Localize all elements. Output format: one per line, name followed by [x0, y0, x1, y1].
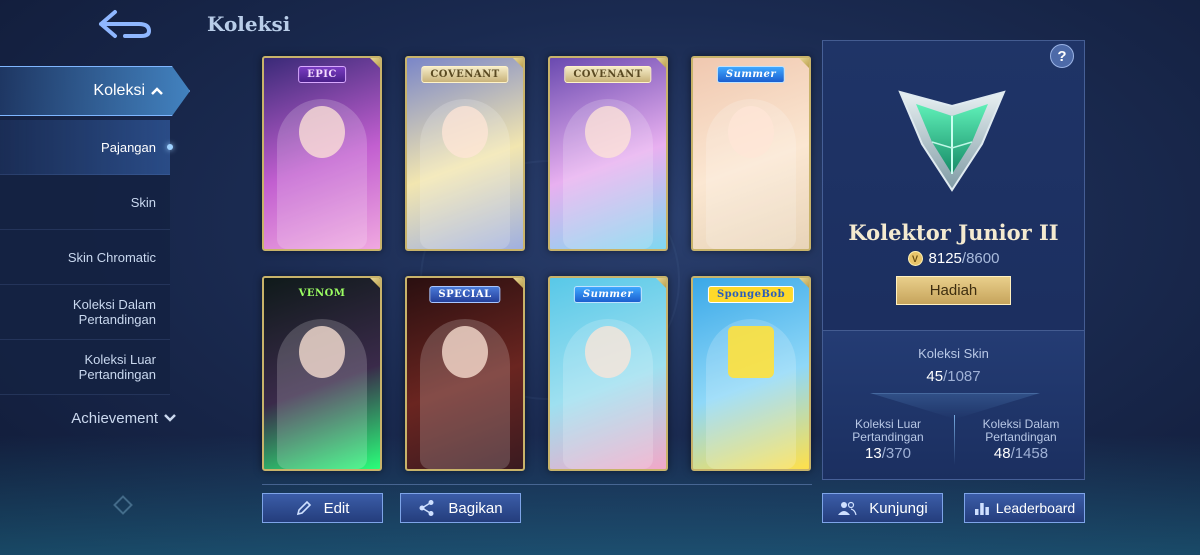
skin-tier-badge: EPIC	[298, 66, 346, 83]
chevron-down-icon	[164, 414, 176, 422]
card-corner-ornament	[368, 58, 380, 70]
skin-artwork-face	[728, 106, 774, 158]
skin-tier-badge: COVENANT	[421, 66, 509, 83]
skin-collection-label: Koleksi Skin	[918, 346, 989, 361]
collector-points-icon: V	[907, 251, 923, 266]
card-corner-ornament	[797, 278, 809, 290]
sidebar-item-label: Koleksi Dalam Pertandingan	[72, 297, 156, 327]
sidebar-submenu: Pajangan Skin Skin Chromatic Koleksi Dal…	[0, 120, 173, 395]
rank-points: V 8125/8600	[822, 250, 1085, 267]
leaderboard-button-label: Leaderboard	[995, 500, 1076, 516]
sidebar-item-label: Koleksi	[93, 82, 145, 99]
skin-artwork-face	[299, 106, 345, 158]
card-corner-ornament	[368, 278, 380, 290]
skin-card[interactable]: Summer	[691, 56, 811, 251]
edit-button-label: Edit	[323, 499, 350, 517]
sidebar-item-achievement[interactable]: Achievement	[0, 400, 190, 436]
visit-button-label: Kunjungi	[869, 499, 928, 517]
inside-match-total: /1458	[1010, 445, 1049, 462]
sidebar-item-label: Koleksi Luar Pertandingan	[78, 352, 156, 382]
skin-tier-badge: SpongeBob	[707, 286, 795, 303]
card-corner-ornament	[797, 58, 809, 70]
points-total: /8600	[961, 250, 1000, 267]
card-corner-ornament	[654, 278, 666, 290]
outside-match-label: Koleksi Luar Pertandingan	[852, 417, 924, 444]
skin-display-grid: EPIC COVENANT COVENANT Summer VENOM SPEC…	[262, 56, 822, 476]
skin-artwork-face	[585, 326, 631, 378]
edit-button[interactable]: Edit	[262, 493, 383, 523]
inside-match-value: 48/1458	[966, 445, 1076, 462]
decorative-diamond	[113, 495, 133, 515]
skin-collection-current: 45	[926, 368, 944, 385]
share-button[interactable]: Bagikan	[400, 493, 521, 523]
skin-artwork-face	[728, 326, 774, 378]
skin-artwork-face	[442, 106, 488, 158]
skin-artwork-face	[585, 106, 631, 158]
grid-divider	[262, 484, 812, 485]
skin-tier-badge: VENOM	[298, 288, 346, 299]
skin-card[interactable]: Summer	[548, 276, 668, 471]
share-button-label: Bagikan	[448, 499, 503, 517]
outside-match-total: /370	[881, 445, 911, 462]
stats-divider	[954, 415, 955, 465]
skin-card[interactable]: VENOM	[262, 276, 382, 471]
sidebar-item-koleksi[interactable]: Koleksi	[0, 66, 190, 116]
points-current: 8125	[928, 250, 962, 267]
sidebar-item-label: Achievement	[71, 409, 158, 427]
help-button[interactable]: ?	[1050, 44, 1074, 68]
page-title: Koleksi	[207, 12, 291, 36]
back-arrow-icon	[99, 10, 151, 38]
skin-artwork-face	[299, 326, 345, 378]
skin-tier-badge: Summer	[716, 66, 786, 83]
sidebar-item-label: Skin Chromatic	[67, 249, 156, 265]
sidebar-item-label: Pajangan	[101, 139, 156, 155]
rank-emblem-icon	[898, 90, 1006, 192]
sidebar-item-koleksi-luar[interactable]: Koleksi Luar Pertandingan	[0, 340, 170, 395]
outside-match-value: 13/370	[836, 445, 940, 462]
reward-button[interactable]: Hadiah	[896, 276, 1011, 305]
skin-card[interactable]: EPIC	[262, 56, 382, 251]
inside-match-label: Koleksi Dalam Pertandingan	[982, 417, 1060, 444]
skin-collection-total: /1087	[943, 368, 981, 385]
skin-card[interactable]: SPECIAL	[405, 276, 525, 471]
skin-tier-badge: Summer	[573, 286, 643, 303]
sidebar-item-skin[interactable]: Skin	[0, 175, 170, 230]
back-button[interactable]	[94, 6, 154, 42]
skin-collection-value: 45/1087	[822, 368, 1085, 385]
bar-chart-icon	[974, 503, 989, 515]
sidebar-item-koleksi-dalam[interactable]: Koleksi Dalam Pertandingan	[0, 285, 170, 340]
card-corner-ornament	[511, 58, 523, 70]
outside-match-current: 13	[865, 445, 882, 462]
sidebar-item-skin-chromatic[interactable]: Skin Chromatic	[0, 230, 170, 285]
rank-title: Kolektor Junior II	[848, 220, 1059, 245]
sidebar-item-label: Skin	[130, 194, 156, 210]
pencil-icon	[296, 500, 311, 516]
inside-match-current: 48	[993, 445, 1011, 462]
card-corner-ornament	[511, 278, 523, 290]
chevron-up-icon	[151, 87, 163, 95]
users-icon	[838, 501, 857, 516]
sidebar: Koleksi Pajangan Skin Skin Chromatic Kol…	[0, 48, 190, 458]
leaderboard-button[interactable]: Leaderboard	[964, 493, 1085, 523]
sidebar-item-pajangan[interactable]: Pajangan	[0, 120, 173, 175]
skin-tier-badge: COVENANT	[564, 66, 652, 83]
visit-button[interactable]: Kunjungi	[822, 493, 943, 523]
question-icon: ?	[1057, 47, 1067, 65]
skin-card[interactable]: COVENANT	[548, 56, 668, 251]
skin-artwork-face	[442, 326, 488, 378]
skin-card[interactable]: COVENANT	[405, 56, 525, 251]
card-corner-ornament	[654, 58, 666, 70]
skin-tier-badge: SPECIAL	[429, 286, 501, 303]
share-icon	[419, 500, 434, 516]
skin-card[interactable]: SpongeBob	[691, 276, 811, 471]
